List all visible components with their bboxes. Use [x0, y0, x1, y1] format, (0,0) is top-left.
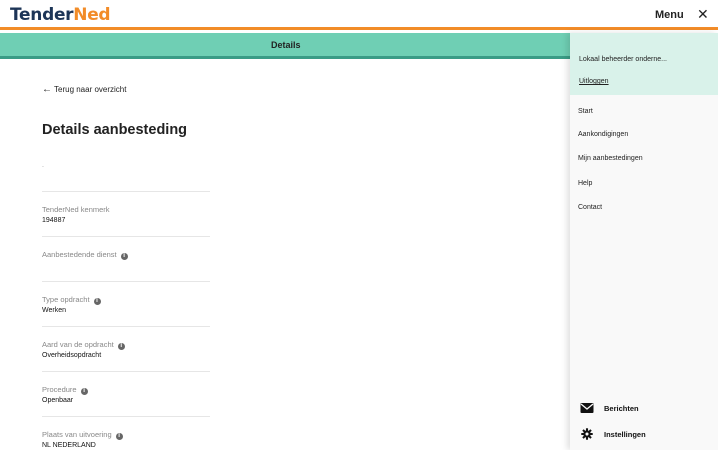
logout-link[interactable]: Uitloggen — [579, 78, 609, 85]
field-aard-van-de-opdracht: Aard van de opdracht i Overheidsopdracht — [42, 326, 210, 371]
field-value: NL NEDERLAND — [42, 442, 96, 449]
field-value: Overheidsopdracht — [42, 352, 102, 359]
instellingen-label: Instellingen — [604, 430, 646, 439]
field-label: Procedure i — [42, 385, 88, 395]
logo-text-ned: Ned — [73, 5, 111, 25]
info-icon[interactable]: i — [120, 253, 128, 260]
field-value: 194887 — [42, 217, 66, 224]
berichten-label: Berichten — [604, 404, 639, 413]
arrow-left-icon: ← — [42, 84, 52, 95]
field-label: Plaats van uitvoering i — [42, 430, 123, 440]
field-label: Aanbestedende dienst i — [42, 250, 128, 260]
menu-item-start[interactable]: Start — [578, 108, 593, 115]
menu-item-aankondigingen[interactable]: Aankondigingen — [578, 131, 628, 138]
envelope-icon — [580, 403, 594, 413]
field-tenderned-kenmerk: TenderNed kenmerk 194887 — [42, 191, 210, 236]
tab-details[interactable]: Details — [271, 40, 301, 50]
user-name: Lokaal beheerder onderne... — [579, 56, 667, 63]
tenderned-logo[interactable]: TenderNed — [10, 5, 111, 25]
info-icon[interactable]: i — [93, 298, 101, 305]
back-to-overview-link[interactable]: ← Terug naar overzicht — [42, 84, 126, 95]
logo-text-tender: Tender — [10, 5, 74, 25]
field-procedure: Procedure i Openbaar — [42, 371, 210, 416]
info-icon[interactable]: i — [117, 343, 125, 350]
menu-button[interactable]: Menu — [655, 9, 684, 21]
field-label: Aard van de opdracht i — [42, 340, 125, 350]
info-icon[interactable]: i — [115, 433, 123, 440]
field-type-opdracht: Type opdracht i Werken — [42, 281, 210, 326]
gear-icon — [581, 428, 593, 440]
top-bar: TenderNed Menu ✕ — [0, 0, 718, 30]
menu-item-contact[interactable]: Contact — [578, 204, 602, 211]
field-label: Type opdracht i — [42, 295, 101, 305]
back-link-label: Terug naar overzicht — [54, 85, 127, 94]
user-box: Lokaal beheerder onderne... Uitloggen — [570, 33, 718, 95]
field-label: TenderNed kenmerk — [42, 205, 110, 214]
side-menu-panel: Lokaal beheerder onderne... Uitloggen St… — [570, 33, 718, 450]
field-plaats-van-uitvoering: Plaats van uitvoering i NL NEDERLAND — [42, 416, 210, 450]
field-aanbestedende-dienst: Aanbestedende dienst i — [42, 236, 210, 281]
info-icon[interactable]: i — [80, 388, 88, 395]
page-title: Details aanbesteding — [42, 122, 188, 138]
placeholder-dot: . — [42, 162, 44, 169]
menu-item-mijn-aanbestedingen[interactable]: Mijn aanbestedingen — [578, 155, 643, 162]
details-tab-band: Details — [0, 33, 570, 59]
menu-item-help[interactable]: Help — [578, 180, 592, 187]
close-icon[interactable]: ✕ — [697, 6, 709, 23]
field-value: Openbaar — [42, 397, 74, 404]
field-value: Werken — [42, 307, 66, 314]
